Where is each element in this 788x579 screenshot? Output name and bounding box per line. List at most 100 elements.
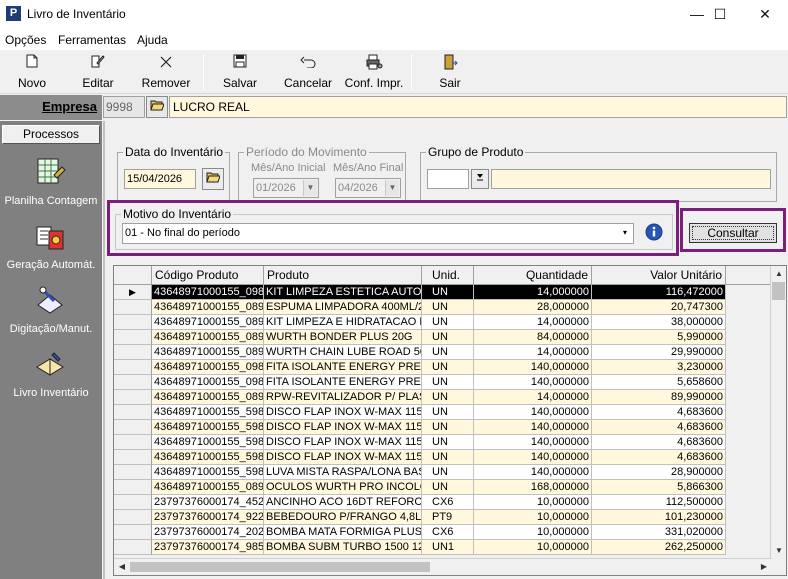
table-cell[interactable]: 140,000000 [474, 420, 592, 435]
table-row[interactable]: 23797376000174_202 BOMBA MATA FORMIGA PLU… [114, 525, 726, 540]
table-row[interactable]: ▶ 43648971000155_098 KIT LIMPEZA ESTETICA … [114, 285, 726, 300]
table-row[interactable]: 43648971000155_598 DISCO FLAP INOX W-MAX … [114, 435, 726, 450]
table-cell[interactable]: UN [422, 420, 474, 435]
table-cell[interactable]: BEBEDOURO P/FRANGO 4,8L AL [264, 510, 422, 525]
table-cell[interactable]: BOMBA MATA FORMIGA PLUS G [264, 525, 422, 540]
table-cell[interactable]: KIT LIMPEZA ESTETICA AUTOMO [264, 285, 422, 300]
table-row[interactable]: 43648971000155_098 FITA ISOLANTE ENERGY P… [114, 375, 726, 390]
table-cell[interactable]: UN [422, 465, 474, 480]
table-cell[interactable]: 43648971000155_098 [152, 360, 264, 375]
table-cell[interactable]: 4,683600 [592, 405, 726, 420]
table-row[interactable]: 43648971000155_089 RPW-REVITALIZADOR P/ P… [114, 390, 726, 405]
table-cell[interactable]: 14,000000 [474, 315, 592, 330]
close-button[interactable]: ✕ [742, 0, 788, 30]
table-cell[interactable]: 5,866300 [592, 480, 726, 495]
table-cell[interactable]: 43648971000155_089 [152, 390, 264, 405]
table-cell[interactable]: DISCO FLAP INOX W-MAX 115M [264, 405, 422, 420]
table-cell[interactable]: 38,000000 [592, 315, 726, 330]
table-cell[interactable]: 5,990000 [592, 330, 726, 345]
table-cell[interactable]: 140,000000 [474, 360, 592, 375]
table-cell[interactable]: 43648971000155_098 [152, 285, 264, 300]
sidebar-item-planilha-contagem[interactable]: Planilha Contagem [0, 157, 102, 217]
table-cell[interactable]: UN [422, 405, 474, 420]
table-cell[interactable]: BOMBA SUBM TURBO 1500 127\ [264, 540, 422, 555]
mes-ano-final-select[interactable]: 04/2026 ▼ [335, 178, 401, 198]
grid-header-produto[interactable]: Produto [264, 266, 422, 285]
menu-ferramentas[interactable]: Ferramentas [58, 33, 126, 47]
table-cell[interactable]: 140,000000 [474, 405, 592, 420]
scroll-thumb[interactable] [772, 282, 785, 300]
grid-header-quantidade[interactable]: Quantidade [474, 266, 592, 285]
table-row[interactable]: 43648971000155_089 OCULOS WURTH PRO INCOL… [114, 480, 726, 495]
table-cell[interactable]: 4,683600 [592, 450, 726, 465]
menu-opcoes[interactable]: Opções [5, 33, 46, 47]
table-cell[interactable]: 23797376000174_452 [152, 495, 264, 510]
table-cell[interactable]: PT9 [422, 510, 474, 525]
sidebar-item-geracao-automatica[interactable]: Geração Automát. [0, 221, 102, 281]
table-cell[interactable]: UN [422, 390, 474, 405]
table-cell[interactable]: RPW-REVITALIZADOR P/ PLAST [264, 390, 422, 405]
table-cell[interactable]: 262,250000 [592, 540, 726, 555]
grupo-produto-code-field[interactable] [427, 169, 469, 189]
table-cell[interactable]: 4,683600 [592, 420, 726, 435]
table-cell[interactable]: 43648971000155_089 [152, 300, 264, 315]
table-cell[interactable]: 5,658600 [592, 375, 726, 390]
maximize-button[interactable]: ☐ [697, 0, 743, 30]
sidebar-item-digitacao-manutencao[interactable]: Digitação/Manut. [0, 285, 102, 345]
editar-button[interactable]: Editar [76, 52, 120, 92]
table-row[interactable]: 43648971000155_598 DISCO FLAP INOX W-MAX … [114, 405, 726, 420]
table-cell[interactable]: 23797376000174_922 [152, 510, 264, 525]
table-cell[interactable]: 28,000000 [474, 300, 592, 315]
table-cell[interactable]: UN [422, 330, 474, 345]
processos-header[interactable]: Processos [2, 125, 100, 144]
grid-header-codigo[interactable]: Código Produto [152, 266, 264, 285]
table-row[interactable]: 23797376000174_985 BOMBA SUBM TURBO 1500 … [114, 540, 726, 555]
table-cell[interactable]: CX6 [422, 525, 474, 540]
table-cell[interactable]: 14,000000 [474, 390, 592, 405]
table-cell[interactable]: 140,000000 [474, 435, 592, 450]
mes-ano-inicial-select[interactable]: 01/2026 ▼ [253, 178, 319, 198]
table-cell[interactable]: 20,747300 [592, 300, 726, 315]
table-cell[interactable]: ESPUMA LIMPADORA 400ML/26 [264, 300, 422, 315]
table-cell[interactable]: 43648971000155_089 [152, 480, 264, 495]
table-cell[interactable]: 116,472000 [592, 285, 726, 300]
table-cell[interactable]: UN [422, 480, 474, 495]
table-cell[interactable]: 43648971000155_598 [152, 405, 264, 420]
table-cell[interactable]: 84,000000 [474, 330, 592, 345]
table-cell[interactable]: 43648971000155_089 [152, 330, 264, 345]
table-cell[interactable]: DISCO FLAP INOX W-MAX 115M [264, 450, 422, 465]
table-cell[interactable]: 28,900000 [592, 465, 726, 480]
consultar-button[interactable]: Consultar [689, 223, 777, 243]
table-cell[interactable]: FITA ISOLANTE ENERGY PRETA [264, 375, 422, 390]
scroll-right-icon[interactable]: ▶ [756, 559, 772, 575]
table-row[interactable]: 43648971000155_089 WURTH BONDER PLUS 20G U… [114, 330, 726, 345]
empresa-code-field[interactable]: 9998 [103, 96, 145, 118]
conf-impr-button[interactable]: Conf. Impr. [341, 52, 407, 92]
data-inventario-field[interactable]: 15/04/2026 [124, 169, 196, 189]
table-cell[interactable]: UN [422, 435, 474, 450]
table-cell[interactable]: UN [422, 360, 474, 375]
table-cell[interactable]: 10,000000 [474, 525, 592, 540]
table-cell[interactable]: 10,000000 [474, 495, 592, 510]
table-cell[interactable]: UN [422, 345, 474, 360]
table-row[interactable]: 43648971000155_598 LUVA MISTA RASPA/LONA … [114, 465, 726, 480]
table-row[interactable]: 43648971000155_089 ESPUMA LIMPADORA 400ML… [114, 300, 726, 315]
table-cell[interactable]: 43648971000155_089 [152, 345, 264, 360]
table-cell[interactable]: KIT LIMPEZA E HIDRATACAO DE [264, 315, 422, 330]
table-cell[interactable]: WURTH BONDER PLUS 20G [264, 330, 422, 345]
grid-vertical-scrollbar[interactable]: ▲ ▼ [770, 266, 786, 559]
info-icon[interactable] [644, 222, 664, 242]
table-cell[interactable]: 29,990000 [592, 345, 726, 360]
table-cell[interactable]: DISCO FLAP INOX W-MAX 115M [264, 420, 422, 435]
table-cell[interactable]: 14,000000 [474, 285, 592, 300]
table-cell[interactable]: 168,000000 [474, 480, 592, 495]
grid-header-unid[interactable]: Unid. [422, 266, 474, 285]
grupo-produto-lookup-button[interactable] [471, 169, 489, 189]
table-cell[interactable]: 10,000000 [474, 510, 592, 525]
table-row[interactable]: 43648971000155_598 DISCO FLAP INOX W-MAX … [114, 420, 726, 435]
table-cell[interactable]: OCULOS WURTH PRO INCOLOR [264, 480, 422, 495]
scroll-left-icon[interactable]: ◀ [114, 559, 130, 575]
table-cell[interactable]: UN [422, 450, 474, 465]
table-cell[interactable]: UN [422, 300, 474, 315]
menu-ajuda[interactable]: Ajuda [137, 33, 168, 47]
